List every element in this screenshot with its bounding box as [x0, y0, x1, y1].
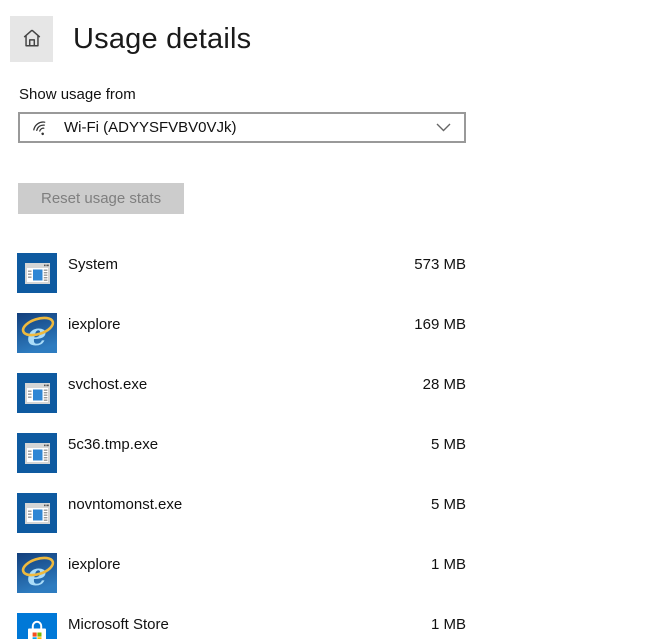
- executable-icon: [17, 253, 57, 293]
- app-name: Microsoft Store: [68, 616, 169, 633]
- page-header: Usage details: [10, 16, 251, 62]
- executable-icon: [17, 433, 57, 473]
- app-name: svchost.exe: [68, 376, 148, 393]
- home-button[interactable]: [10, 16, 53, 62]
- usage-bar: [68, 465, 466, 475]
- app-usage-value: 5 MB: [430, 496, 466, 513]
- app-icon: [17, 493, 57, 533]
- chevron-down-icon: [436, 123, 451, 132]
- usage-details-page: Usage details Show usage from Wi-Fi (ADY…: [0, 0, 662, 639]
- network-dropdown-value: Wi-Fi (ADYYSFVBV0VJk): [64, 119, 237, 136]
- app-name: System: [68, 256, 119, 273]
- usage-bar: [68, 525, 466, 535]
- app-icon: e: [17, 553, 57, 593]
- usage-list-item[interactable]: Microsoft Store 1 MB: [17, 608, 466, 639]
- app-usage-value: 573 MB: [414, 256, 466, 273]
- usage-bar: [68, 285, 466, 295]
- app-icon: [17, 433, 57, 473]
- usage-list-item[interactable]: svchost.exe 28 MB: [17, 368, 466, 428]
- app-name: iexplore: [68, 556, 121, 573]
- network-dropdown[interactable]: Wi-Fi (ADYYSFVBV0VJk): [18, 112, 466, 143]
- app-usage-value: 1 MB: [430, 616, 466, 633]
- usage-list-item[interactable]: novntomonst.exe 5 MB: [17, 488, 466, 548]
- show-usage-from-label: Show usage from: [19, 86, 136, 103]
- usage-bar: [68, 345, 466, 355]
- app-icon: [17, 253, 57, 293]
- app-usage-value: 28 MB: [422, 376, 466, 393]
- page-title: Usage details: [73, 22, 252, 55]
- app-icon: e: [17, 313, 57, 353]
- internet-explorer-icon: e: [17, 553, 57, 593]
- executable-icon: [17, 493, 57, 533]
- wifi-icon: [33, 118, 53, 138]
- microsoft-store-icon: [17, 613, 57, 639]
- executable-icon: [17, 373, 57, 413]
- usage-list: System 573 MB e iexplore 169 MB svchost.…: [17, 248, 466, 639]
- app-usage-value: 5 MB: [430, 436, 466, 453]
- app-name: novntomonst.exe: [68, 496, 183, 513]
- usage-bar: [68, 585, 466, 595]
- usage-bar: [68, 405, 466, 415]
- app-usage-value: 169 MB: [414, 316, 466, 333]
- usage-list-item[interactable]: 5c36.tmp.exe 5 MB: [17, 428, 466, 488]
- reset-usage-stats-button[interactable]: Reset usage stats: [18, 183, 185, 214]
- app-name: 5c36.tmp.exe: [68, 436, 159, 453]
- internet-explorer-icon: e: [17, 313, 57, 353]
- usage-list-item[interactable]: e iexplore 169 MB: [17, 308, 466, 368]
- app-icon: [17, 613, 57, 639]
- app-icon: [17, 373, 57, 413]
- app-name: iexplore: [68, 316, 121, 333]
- app-usage-value: 1 MB: [430, 556, 466, 573]
- usage-list-item[interactable]: System 573 MB: [17, 248, 466, 308]
- home-icon: [21, 27, 43, 52]
- usage-list-item[interactable]: e iexplore 1 MB: [17, 548, 466, 608]
